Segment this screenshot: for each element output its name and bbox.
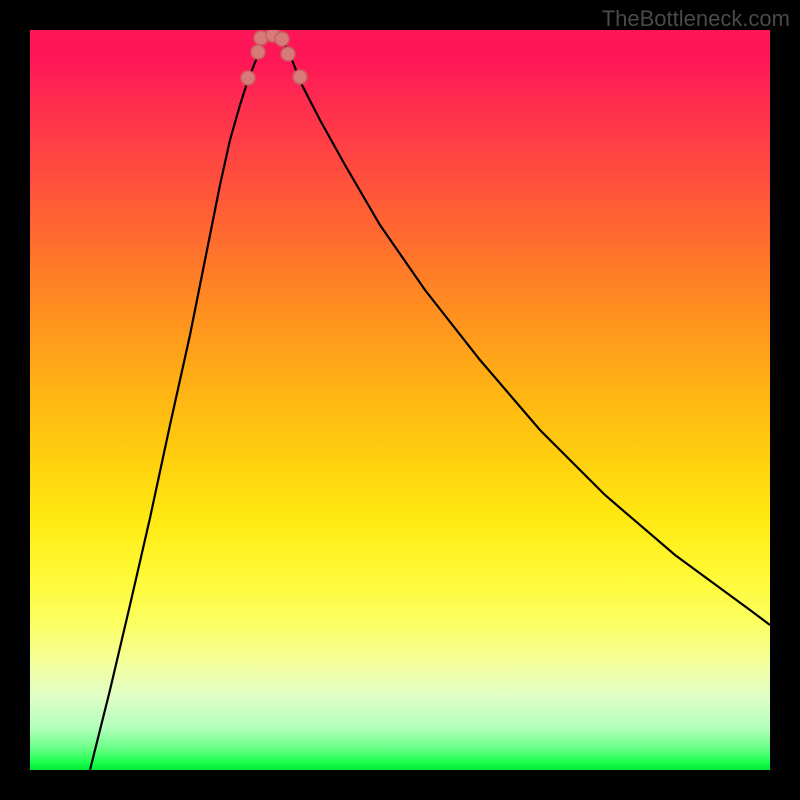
chart-area bbox=[30, 30, 770, 770]
watermark-text: TheBottleneck.com bbox=[602, 6, 790, 32]
scatter-dot bbox=[281, 47, 295, 61]
scatter-dot bbox=[275, 32, 289, 46]
scatter-dot bbox=[293, 70, 307, 84]
scatter-dots bbox=[241, 30, 307, 85]
scatter-dot bbox=[251, 45, 265, 59]
curve-right bbox=[280, 35, 770, 625]
chart-svg bbox=[30, 30, 770, 770]
curve-left bbox=[90, 35, 266, 770]
scatter-dot bbox=[241, 71, 255, 85]
